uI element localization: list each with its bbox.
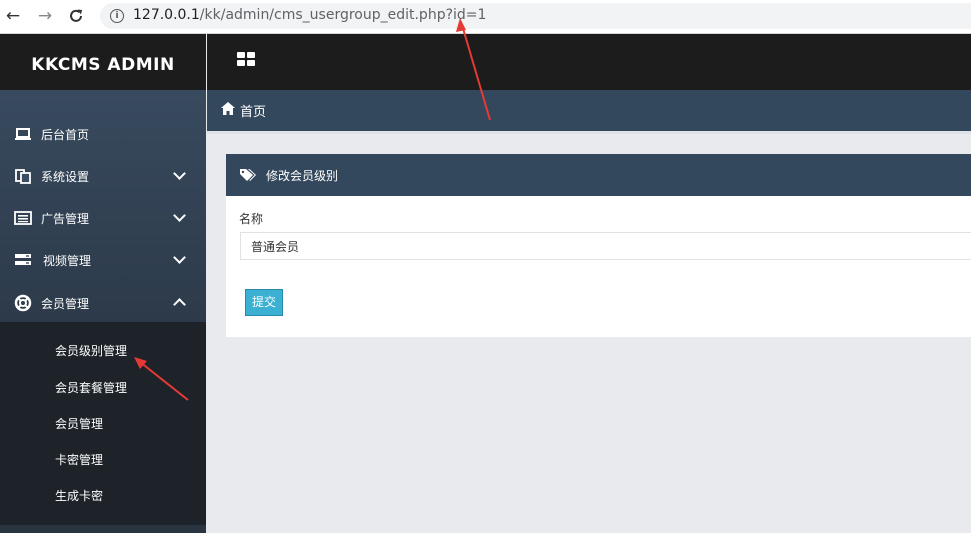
laptop-icon	[14, 125, 32, 143]
sidebar-item-label: 系统设置	[41, 170, 90, 184]
chevron-up-icon	[173, 298, 186, 311]
sidebar-item-videos[interactable]: 视频管理	[0, 240, 206, 280]
panel-header: 修改会员级别	[226, 154, 971, 196]
address-bar[interactable]: i 127.0.0.1/kk/admin/cms_usergroup_edit.…	[100, 3, 971, 29]
sidebar-item-label: 视频管理	[43, 254, 92, 268]
lifebuoy-icon	[14, 294, 32, 312]
submenu-item-card-keys[interactable]: 卡密管理	[55, 451, 103, 468]
browser-toolbar: ← → i 127.0.0.1/kk/admin/cms_usergroup_e…	[0, 0, 971, 34]
brand-logo: KKCMS ADMIN	[0, 34, 206, 90]
grid-icon[interactable]	[237, 52, 255, 66]
url-path: /kk/admin/cms_usergroup_edit.php?id=1	[199, 7, 487, 23]
sidebar-item-label: 广告管理	[41, 212, 90, 226]
submenu-item-members[interactable]: 会员管理	[55, 415, 103, 432]
chevron-down-icon	[173, 209, 186, 222]
breadcrumb: 首页	[207, 90, 971, 134]
sidebar-footer	[0, 525, 206, 533]
home-icon	[221, 102, 235, 115]
sidebar-item-ads[interactable]: 广告管理	[0, 198, 206, 238]
top-navbar	[207, 34, 971, 90]
edit-panel: 修改会员级别 名称 提交	[226, 154, 971, 337]
members-submenu: 会员级别管理 会员套餐管理 会员管理 卡密管理 生成卡密	[0, 322, 206, 525]
submenu-item-generate-card-keys[interactable]: 生成卡密	[55, 487, 103, 504]
sidebar-item-dashboard[interactable]: 后台首页	[0, 114, 206, 154]
arrow-right-icon[interactable]: →	[34, 5, 56, 27]
submenu-item-member-levels[interactable]: 会员级别管理	[55, 342, 127, 359]
name-input[interactable]	[240, 232, 971, 260]
info-icon[interactable]: i	[110, 9, 124, 23]
sidebar-item-label: 后台首页	[41, 128, 90, 142]
list-icon	[14, 209, 32, 227]
panel-title: 修改会员级别	[266, 169, 339, 183]
arrow-left-icon[interactable]: ←	[2, 5, 24, 27]
url-text: 127.0.0.1/kk/admin/cms_usergroup_edit.ph…	[133, 7, 486, 23]
server-icon	[14, 251, 32, 269]
tags-icon	[240, 168, 256, 182]
submit-button[interactable]: 提交	[245, 289, 283, 316]
name-field-label: 名称	[239, 212, 264, 226]
breadcrumb-home-link[interactable]: 首页	[240, 101, 266, 120]
sidebar-item-label: 会员管理	[41, 297, 90, 311]
reload-icon[interactable]	[65, 5, 87, 27]
sidebar: KKCMS ADMIN 后台首页 系统设置 广告管理 视频管理 会员管理 会员级…	[0, 34, 206, 533]
copy-icon	[14, 167, 32, 185]
chevron-down-icon	[173, 251, 186, 264]
sidebar-item-system-settings[interactable]: 系统设置	[0, 156, 206, 196]
sidebar-item-members[interactable]: 会员管理	[0, 283, 206, 323]
url-host: 127.0.0.1	[133, 7, 200, 23]
submenu-item-member-packages[interactable]: 会员套餐管理	[55, 379, 127, 396]
chevron-down-icon	[173, 167, 186, 180]
